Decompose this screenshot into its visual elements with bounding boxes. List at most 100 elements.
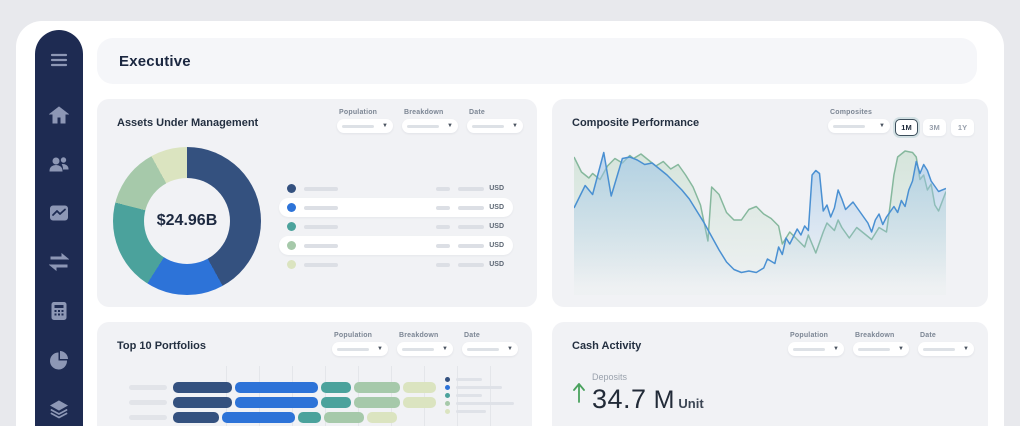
deposits-metric: Deposits 34.7 M Unit [572,372,704,415]
portfolios-legend [445,375,514,415]
chevron-down-icon: ▼ [507,346,513,352]
composites-filter: Composites ▼ [828,109,890,133]
bar-segment [235,382,318,393]
hamburger-icon [49,50,69,70]
currency-label: USD [489,261,504,268]
bar-segment [321,397,351,408]
population-filter: Population ▼ [332,332,388,356]
bar-segment [324,412,364,423]
redacted-name [304,244,338,248]
composites-filter-label: Composites [830,109,890,116]
redacted-amount [458,187,484,191]
select-placeholder [407,125,439,128]
date-select[interactable]: ▼ [467,119,523,133]
bar-segment [222,412,295,423]
currency-label: USD [489,223,504,230]
legend-dot [287,241,296,250]
population-select[interactable]: ▼ [337,119,393,133]
bar-segment [298,412,321,423]
range-3m-button[interactable]: 3M [923,119,946,136]
date-filter-label: Date [464,332,518,339]
redacted-value [436,225,450,229]
breakdown-select[interactable]: ▼ [853,342,909,356]
redacted-portfolio-label [129,385,167,390]
aum-card-title: Assets Under Management [117,117,258,129]
redacted-value [436,244,450,248]
population-select[interactable]: ▼ [332,342,388,356]
assets-under-management-card: Assets Under Management Population ▼ Bre… [97,99,537,307]
date-select[interactable]: ▼ [918,342,974,356]
aum-legend-row[interactable]: USD [279,179,513,198]
transfer-arrows-icon [49,252,69,272]
population-filter-label: Population [790,332,844,339]
aum-legend: USDUSDUSDUSDUSD [279,179,513,274]
redacted-name [304,225,338,229]
bar-segment [235,397,318,408]
donut-hole: $24.96B [144,178,230,264]
date-select[interactable]: ▼ [462,342,518,356]
aum-legend-row[interactable]: USD [279,217,513,236]
chevron-down-icon: ▼ [833,346,839,352]
layers-icon [49,399,69,419]
currency-label: USD [489,242,504,249]
performance-chart-icon [49,203,69,223]
redacted-legend-label [456,410,486,413]
cash-activity-card: Cash Activity Population ▼ Breakdown ▼ D… [552,322,988,426]
sidebar-item-transactions[interactable] [48,251,70,273]
chevron-down-icon: ▼ [512,123,518,129]
legend-dot [445,409,450,414]
sidebar-item-allocation[interactable] [48,349,70,371]
deposits-unit: Unit [678,396,703,411]
sidebar-item-accounting[interactable] [48,300,70,322]
select-placeholder [793,348,825,351]
deposits-scale: M [654,386,675,415]
population-filter: Population ▼ [788,332,844,356]
legend-dot [287,184,296,193]
legend-dot [445,385,450,390]
range-1y-button[interactable]: 1Y [951,119,974,136]
composites-select[interactable]: ▼ [828,119,890,133]
population-select[interactable]: ▼ [788,342,844,356]
sidebar-item-home[interactable] [48,104,70,126]
menu-button[interactable] [47,48,71,72]
aum-donut-chart[interactable]: $24.96B [113,147,261,295]
redacted-amount [458,206,484,210]
redacted-value [436,187,450,191]
portfolio-legend-row [445,407,514,415]
population-filter-label: Population [334,332,388,339]
breakdown-filter-label: Breakdown [404,109,458,116]
breakdown-filter: Breakdown ▼ [402,109,458,133]
portfolios-card-title: Top 10 Portfolios [117,340,206,352]
aum-legend-row[interactable]: USD [279,255,513,274]
sidebar-item-performance[interactable] [48,202,70,224]
redacted-portfolio-label [129,415,167,420]
chevron-down-icon: ▼ [382,123,388,129]
breakdown-filter-label: Breakdown [855,332,909,339]
redacted-value [436,263,450,267]
legend-dot [287,222,296,231]
aum-total-value: $24.96B [157,212,218,230]
aum-legend-row[interactable]: USD [279,236,513,255]
aum-legend-row[interactable]: USD [279,198,513,217]
app-container: Executive Assets Under Management Popula… [16,21,1004,426]
sidebar-item-clients[interactable] [48,153,70,175]
composite-performance-card: Composite Performance Composites ▼ 1M 3M… [552,99,988,307]
bar-segment [173,412,219,423]
range-1m-button[interactable]: 1M [895,119,918,136]
home-icon [49,105,69,125]
date-filter: Date ▼ [918,332,974,356]
legend-dot [287,260,296,269]
date-filter: Date ▼ [467,109,523,133]
sidebar-item-holdings[interactable] [48,398,70,420]
bar-segment [354,382,400,393]
composite-performance-chart[interactable] [574,145,946,295]
redacted-amount [458,263,484,267]
redacted-legend-label [456,394,482,397]
breakdown-select[interactable]: ▼ [397,342,453,356]
pie-chart-icon [49,350,69,370]
deposits-label: Deposits [592,372,704,382]
chevron-down-icon: ▼ [447,123,453,129]
breakdown-filter: Breakdown ▼ [397,332,453,356]
breakdown-select[interactable]: ▼ [402,119,458,133]
legend-dot [445,377,450,382]
